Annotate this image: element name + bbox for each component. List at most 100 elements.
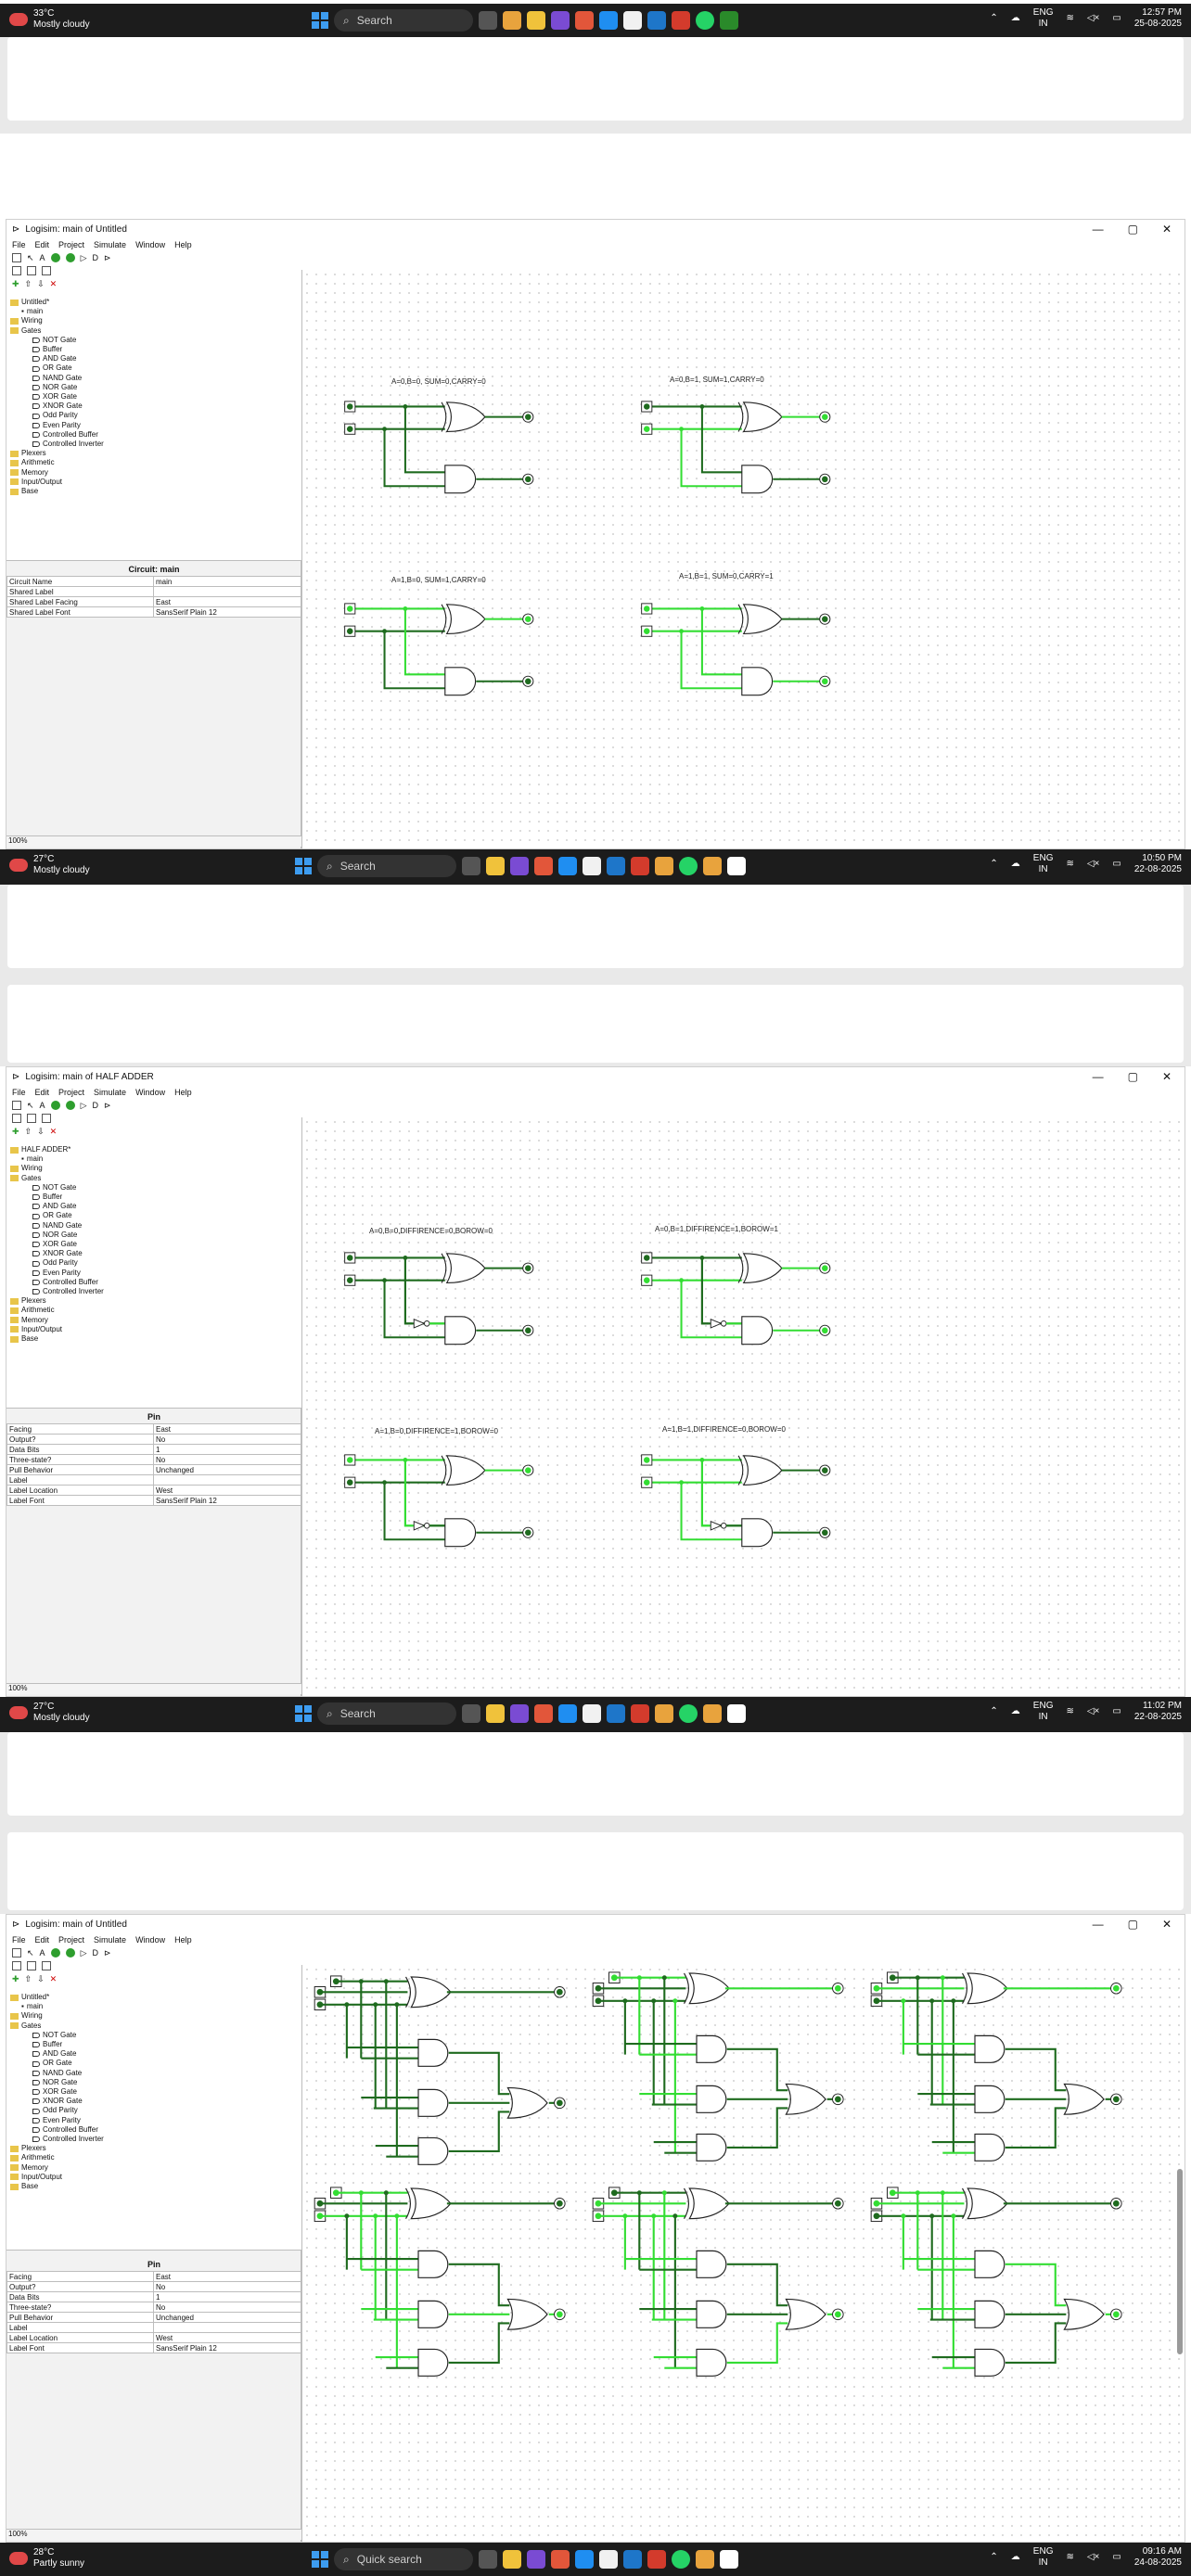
edge-icon[interactable] [558,1704,577,1723]
tree-gate[interactable]: AND Gate [43,2049,76,2059]
task-view-icon[interactable] [479,2550,497,2569]
appearance-icon[interactable] [27,266,36,275]
tree-item-gates[interactable]: Gates [21,2021,41,2031]
chrome-icon[interactable] [696,2550,714,2569]
tree-gate[interactable]: AND Gate [43,354,76,363]
tree-gate[interactable]: NAND Gate [43,2069,82,2078]
tree-lib[interactable]: Memory [21,2163,48,2173]
wifi-icon[interactable]: ≋ [1066,859,1073,870]
cloud-icon[interactable]: ☁ [1011,859,1020,870]
input-pin-icon[interactable] [50,1101,60,1110]
taskbar-search[interactable]: ⌕ Search [334,9,473,32]
layout-icon[interactable] [12,1961,21,1970]
tree-gate[interactable]: Odd Parity [43,411,78,420]
windows-start-icon[interactable] [295,858,312,874]
table-icon[interactable] [42,1961,51,1970]
menu-edit[interactable]: Edit [35,1088,50,1097]
tree-gate[interactable]: Buffer [43,2040,62,2049]
tree-lib[interactable]: Base [21,487,38,496]
project-node[interactable]: Untitled* [21,1993,49,2002]
volume-icon[interactable]: ◁× [1087,1706,1100,1717]
lang-label[interactable]: ENG [1033,2546,1054,2557]
text-tool-icon[interactable]: A [40,1101,45,1110]
tree-gate[interactable]: NOT Gate [43,1183,76,1192]
tree-gate[interactable]: Even Parity [43,421,81,430]
tree-gate[interactable]: Odd Parity [43,1258,78,1268]
appearance-icon[interactable] [27,1961,36,1970]
chevron-up-icon[interactable]: ⌃ [990,859,997,870]
tree-gate[interactable]: Controlled Inverter [43,440,104,449]
tree-item-main[interactable]: main [27,307,43,316]
output-pin-icon[interactable] [65,1948,75,1958]
tree-lib[interactable]: Memory [21,468,48,478]
layout-icon[interactable] [12,1114,21,1123]
logisim-icon[interactable] [720,11,738,30]
clock-time[interactable]: 09:16 AM [1134,2546,1182,2557]
minimize-icon[interactable]: — [1093,1918,1104,1931]
cloud-icon[interactable]: ☁ [1011,2552,1020,2563]
taskbar-search[interactable]: ⌕ Quick search [334,2548,473,2570]
cloud-icon[interactable]: ☁ [1011,13,1020,24]
tree-gate[interactable]: AND Gate [43,1202,76,1211]
maximize-icon[interactable]: ▢ [1128,223,1138,236]
appearance-icon[interactable] [27,1114,36,1123]
close-icon[interactable]: ✕ [1162,1918,1172,1931]
menu-file[interactable]: File [12,1088,26,1097]
add-circuit-icon[interactable]: ✚ [12,1974,19,1984]
app-icon[interactable] [510,857,529,875]
whatsapp-icon[interactable] [672,2550,690,2569]
tree-gate[interactable]: NAND Gate [43,1221,82,1231]
select-tool-icon[interactable]: ↖ [27,1101,34,1111]
tree-gate[interactable]: OR Gate [43,363,72,373]
weather-widget[interactable]: 27°C Mostly cloudy [9,854,90,876]
tree-lib[interactable]: Arithmetic [21,458,55,467]
zoom-level[interactable]: 100% [6,1683,301,1694]
tree-gate[interactable]: Odd Parity [43,2106,78,2115]
delete-icon[interactable]: ✕ [50,279,58,289]
menu-project[interactable]: Project [58,240,84,249]
move-up-icon[interactable]: ⇧ [25,279,32,289]
menu-help[interactable]: Help [174,1088,192,1097]
office-icon[interactable] [551,2550,570,2569]
tree-gate[interactable]: OR Gate [43,2059,72,2068]
tree-lib[interactable]: Base [21,2182,38,2191]
battery-icon[interactable]: ▭ [1112,2552,1121,2563]
volume-icon[interactable]: ◁× [1087,2552,1100,2563]
not-gate-icon[interactable]: ▷ [81,1101,87,1111]
chrome-icon[interactable] [655,1704,673,1723]
tree-gate[interactable]: XNOR Gate [43,402,83,411]
or-gate-icon[interactable]: ⊳ [104,1948,111,1958]
scrollbar[interactable] [1177,2169,1183,2354]
whatsapp-icon[interactable] [696,11,714,30]
vscode-icon[interactable] [647,11,666,30]
input-pin-icon[interactable] [50,1948,60,1958]
move-down-icon[interactable]: ⇩ [37,1127,45,1137]
output-pin-icon[interactable] [65,253,75,262]
app-icon[interactable] [527,2550,545,2569]
table-icon[interactable] [42,266,51,275]
tree-item-gates[interactable]: Gates [21,1174,41,1183]
tree-lib[interactable]: Memory [21,1316,48,1325]
not-gate-icon[interactable]: ▷ [81,253,87,263]
move-up-icon[interactable]: ⇧ [25,1127,32,1137]
tree-lib[interactable]: Plexers [21,1296,46,1306]
edge-icon[interactable] [575,2550,594,2569]
tree-lib[interactable]: Base [21,1334,38,1344]
volume-icon[interactable]: ◁× [1087,13,1100,24]
tree-gate[interactable]: NAND Gate [43,374,82,383]
and-gate-icon[interactable]: D [92,1948,98,1958]
tree-item-wiring[interactable]: Wiring [21,316,43,325]
tree-gate[interactable]: Even Parity [43,1269,81,1278]
menu-simulate[interactable]: Simulate [94,1935,126,1945]
cloud-icon[interactable]: ☁ [1011,1706,1020,1717]
wifi-icon[interactable]: ≋ [1066,1706,1073,1717]
whatsapp-icon[interactable] [679,857,698,875]
vscode-icon[interactable] [607,1704,625,1723]
menu-edit[interactable]: Edit [35,240,50,249]
menu-simulate[interactable]: Simulate [94,240,126,249]
tree-gate[interactable]: XOR Gate [43,1240,77,1249]
edge-icon[interactable] [599,11,618,30]
office-icon[interactable] [534,857,553,875]
menu-window[interactable]: Window [135,1935,165,1945]
logisim-icon[interactable] [720,2550,738,2569]
